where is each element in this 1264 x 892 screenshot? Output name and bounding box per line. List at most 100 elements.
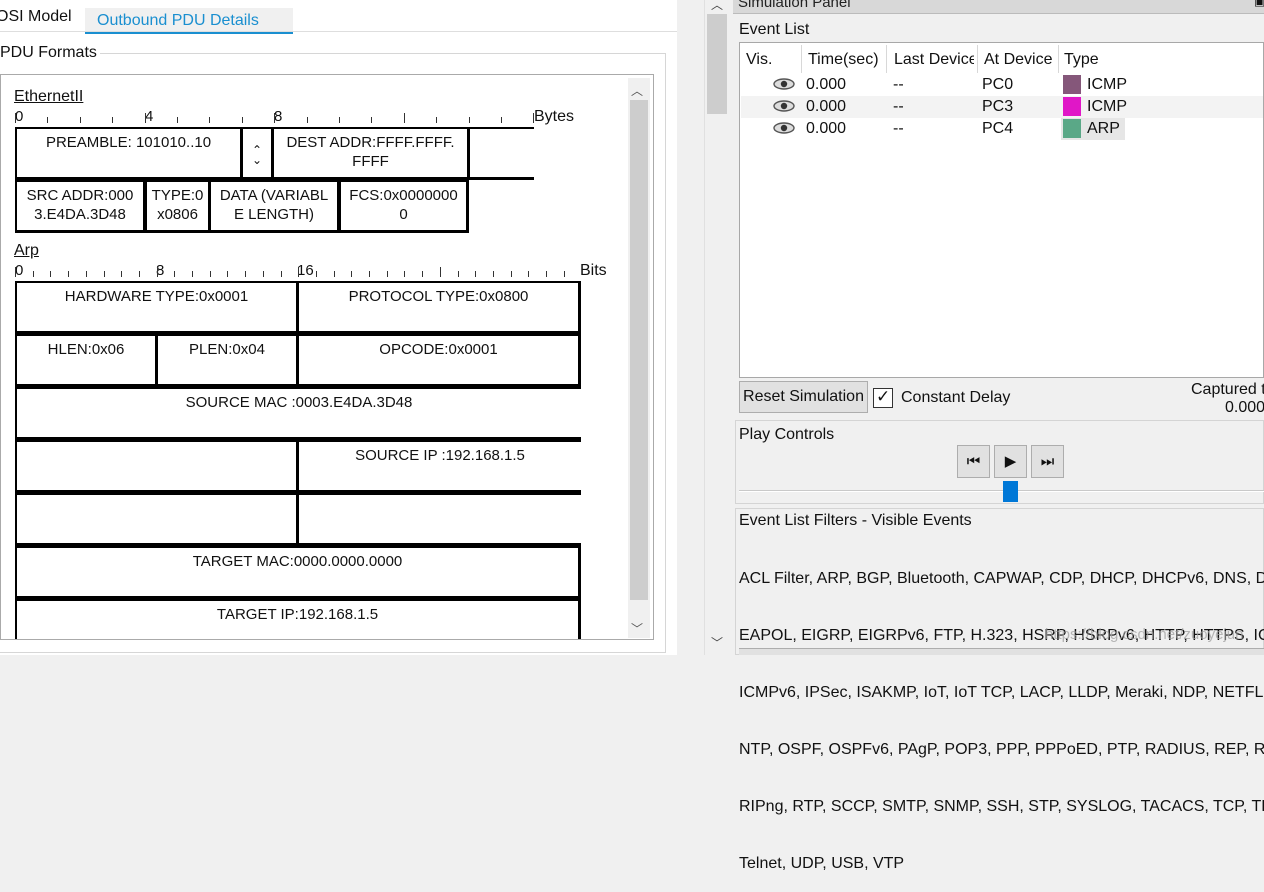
tab-bar: OSI Model Outbound PDU Details [0, 0, 677, 34]
arp-label: Arp [14, 242, 39, 259]
ruler-tick [144, 113, 146, 123]
constant-delay-label[interactable]: Constant Delay [901, 389, 1010, 407]
ruler-tick [563, 271, 565, 277]
panel-vertical-scrollbar[interactable]: ︿ ﹀ [704, 0, 728, 655]
ethernet-preamble-field: PREAMBLE: 101010..10 [15, 127, 243, 180]
event-list-table[interactable]: Vis. Time(sec) Last Device At Device Typ… [739, 42, 1264, 378]
arp-opcode-field: OPCODE:0x0001 [297, 334, 581, 387]
visibility-eye-icon[interactable] [773, 100, 795, 112]
scrollbar-thumb[interactable] [630, 100, 648, 600]
tab-osi-model[interactable]: OSI Model [0, 8, 72, 26]
ruler-tick [245, 271, 247, 277]
ruler-tick [227, 271, 229, 277]
ruler-tick [422, 271, 424, 277]
ruler-tick [121, 271, 123, 277]
filters-line: RIPng, RTP, SCCP, SMTP, SNMP, SSH, STP, … [739, 798, 1264, 815]
ruler-tick [528, 271, 530, 277]
ethernet-ruler-unit: Bytes [534, 108, 575, 125]
visibility-eye-icon[interactable] [773, 122, 795, 134]
ruler-tick [156, 267, 158, 277]
play-button[interactable]: ▶ [994, 445, 1027, 478]
event-last-device: -- [893, 76, 904, 93]
pdu-details-pane: OSI Model Outbound PDU Details PDU Forma… [0, 0, 677, 655]
checkmark-icon[interactable]: ✓ [876, 388, 890, 406]
event-type: ARP [1087, 120, 1120, 137]
column-header-at-device[interactable]: At Device [984, 51, 1052, 69]
ethernet-ruler-0: 0 [15, 108, 24, 125]
ruler-tick [15, 267, 16, 277]
arp-plen-field: PLEN:0x04 [156, 334, 299, 387]
scroll-down-arrow-icon[interactable]: ﹀ [711, 634, 723, 651]
captured-time-label: Captured t [1191, 381, 1264, 398]
scroll-down-icon[interactable]: ⌄ [252, 153, 262, 167]
ruler-tick [85, 271, 87, 277]
ethernet-empty-field [468, 127, 534, 180]
column-divider [886, 45, 887, 73]
event-row[interactable]: 0.000 -- PC3 ICMP [741, 96, 1263, 118]
undock-icon[interactable]: ▣ [1254, 0, 1264, 8]
ruler-tick [298, 267, 300, 277]
event-type: ICMP [1087, 76, 1127, 93]
pdu-format-viewer: EthernetII 0 4 8 Bytes PREAMBLE: 101010.… [0, 74, 654, 640]
ruler-tick [32, 271, 34, 277]
column-divider [1058, 45, 1059, 73]
ruler-tick [436, 117, 438, 123]
visibility-eye-icon[interactable] [773, 78, 795, 90]
ethernet-ruler-8: 8 [274, 108, 283, 125]
captured-time-value: 0.000 [1225, 399, 1264, 416]
ruler-tick [339, 117, 340, 123]
ruler-tick [369, 271, 370, 277]
playback-speed-slider[interactable] [739, 490, 1264, 492]
tab-divider [0, 31, 677, 32]
event-at-device: PC4 [982, 120, 1014, 137]
ruler-tick [351, 271, 353, 277]
ethernet-data-field: DATA (VARIABL E LENGTH) [209, 180, 340, 233]
arp-source-ip-cont-field [15, 493, 299, 546]
event-last-device: -- [893, 120, 904, 137]
playback-speed-slider-thumb[interactable] [1003, 481, 1018, 502]
ethernet-src-addr-field: SRC ADDR:000 3.E4DA.3D48 [15, 180, 146, 233]
ruler-tick [510, 271, 512, 277]
arp-target-ip-field: TARGET IP:192.168.1.5 [15, 599, 581, 639]
column-divider [801, 45, 802, 73]
step-forward-button[interactable]: ⏭ [1031, 445, 1064, 478]
ruler-tick [280, 271, 282, 277]
filters-line: ICMPv6, IPSec, ISAKMP, IoT, IoT TCP, LAC… [739, 684, 1264, 701]
column-header-vis[interactable]: Vis. [746, 51, 772, 69]
ruler-tick [50, 271, 52, 277]
arp-source-mac-field: SOURCE MAC :0003.E4DA.3D48 [15, 387, 581, 440]
ruler-tick [68, 271, 70, 277]
bottom-buttons-strip[interactable] [739, 648, 1264, 655]
watermark-text: https://blog.csdn.net/zuoyejun [1045, 626, 1244, 643]
ruler-tick [468, 117, 470, 123]
ruler-tick [333, 271, 335, 277]
scroll-down-arrow-icon[interactable]: ﹀ [631, 620, 643, 637]
ethernet-preamble-scroll[interactable]: ⌃ ⌄ [241, 127, 274, 180]
reset-simulation-button[interactable]: Reset Simulation [739, 381, 868, 413]
filters-title: Event List Filters - Visible Events [739, 512, 972, 529]
step-back-icon: ⏮ [966, 452, 981, 470]
ruler-tick [404, 271, 406, 277]
ethernet-ruler-4: 4 [145, 108, 154, 125]
ruler-tick [315, 271, 317, 277]
ruler-tick [241, 117, 243, 123]
ruler-tick [15, 113, 16, 123]
event-row[interactable]: 0.000 -- PC4 ARP [741, 118, 1263, 140]
pdu-vertical-scrollbar[interactable]: ︿ ﹀ [628, 78, 650, 638]
scrollbar-thumb[interactable] [707, 14, 727, 114]
ruler-tick [262, 271, 264, 277]
ruler-tick [138, 271, 140, 277]
ruler-tick [386, 271, 388, 277]
step-forward-icon: ⏭ [1040, 452, 1055, 470]
visible-events-list: ACL Filter, ARP, BGP, Bluetooth, CAPWAP,… [739, 531, 1264, 892]
ruler-tick [492, 271, 494, 277]
column-header-last-device[interactable]: Last Device [894, 51, 974, 69]
arp-target-mac-field: TARGET MAC:0000.0000.0000 [15, 546, 581, 599]
scroll-up-arrow-icon[interactable]: ︿ [631, 82, 643, 99]
event-row[interactable]: 0.000 -- PC0 ICMP [741, 74, 1263, 96]
step-back-button[interactable]: ⏮ [957, 445, 990, 478]
column-header-time[interactable]: Time(sec) [808, 51, 879, 69]
column-header-type[interactable]: Type [1064, 51, 1099, 69]
scroll-up-arrow-icon[interactable]: ︿ [711, 0, 723, 13]
ruler-tick [177, 117, 178, 123]
